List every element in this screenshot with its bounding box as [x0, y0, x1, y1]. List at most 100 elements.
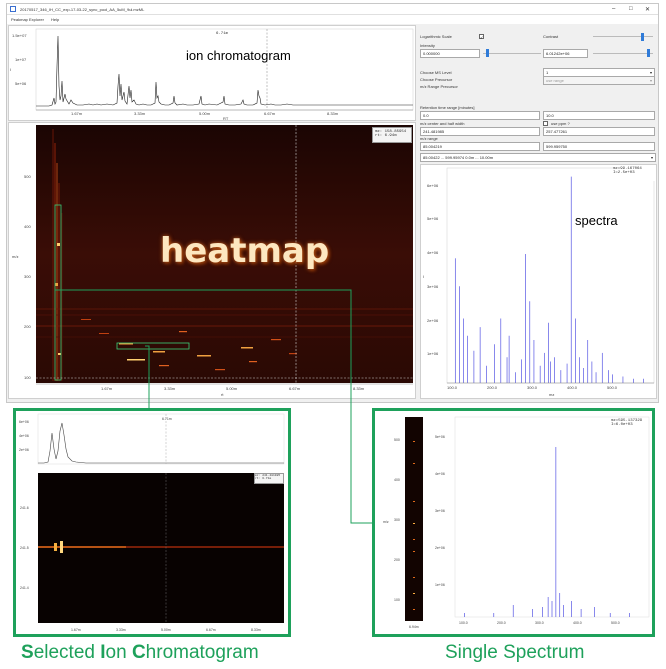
- title-bar: 20170517_346_IH_CC_exp-17-03-22_sync_poo…: [7, 4, 658, 15]
- y-tick-label: 500: [24, 174, 31, 179]
- y-tick-label: 400: [24, 224, 31, 229]
- y-tick-label: 5e+06: [15, 81, 27, 86]
- contrast-label: Contrast: [543, 34, 559, 39]
- heatmap-y-axis: 500 400 300 200 100 m/z: [12, 174, 31, 380]
- menu-help[interactable]: Help: [51, 17, 59, 22]
- intensity-min-slider-handle[interactable]: [486, 49, 489, 57]
- precursor-range-label: m/z Range Precursor: [420, 84, 458, 89]
- mz-center-field[interactable]: 241.481985: [420, 127, 540, 136]
- precursor-select[interactable]: use range ▾: [543, 76, 655, 85]
- range-history-select[interactable]: 85.00422 ... 599.95974 0.0m ... 10.00m ▾: [420, 153, 656, 162]
- y-axis-label: m/z: [12, 254, 18, 259]
- chevron-down-icon: ▾: [650, 155, 653, 160]
- minimize-button[interactable]: –: [612, 6, 615, 12]
- controls-panel: Logarithmic Scale ✓ Contrast Intensity 0…: [419, 25, 658, 153]
- x-tick-label: 3.33m: [134, 111, 146, 116]
- y-tick-label: 1.5e+07: [12, 33, 27, 38]
- app-window: 20170517_346_IH_CC_exp-17-03-22_sync_poo…: [6, 3, 659, 403]
- x-tick-label: 500.0: [607, 385, 618, 390]
- intensity-min-field[interactable]: 0.000000: [420, 49, 480, 58]
- intensity-max-field[interactable]: 6.01242e+06: [543, 49, 588, 58]
- y-tick-label: 300: [24, 274, 31, 279]
- y-tick-label: 2e+06: [427, 318, 439, 323]
- range-history-value: 85.00422 ... 599.95974 0.0m ... 10.00m: [423, 155, 494, 160]
- intensity-label: Intensity: [420, 43, 435, 48]
- intensity-max-slider[interactable]: [593, 53, 653, 54]
- ms-level-label: Choose MS Level: [420, 70, 452, 75]
- y-tick-label: 3e+06: [427, 284, 439, 289]
- y-tick-label: 6e+06: [427, 183, 439, 188]
- x-tick-label: 400.0: [567, 385, 578, 390]
- mz-half-width-field[interactable]: 257.477261: [543, 127, 655, 136]
- readout-intensity: I=6.0e+03: [611, 423, 633, 427]
- intensity-max-slider-handle[interactable]: [647, 49, 650, 57]
- readout-rt: rt: 6.94m: [375, 134, 397, 138]
- x-tick-label: 5.00m: [226, 386, 238, 391]
- precursor-label: Choose Precursor: [420, 77, 453, 82]
- y-tick-label: 300: [394, 518, 400, 522]
- menu-peakmap-explorer[interactable]: Peakmap Explorer: [11, 17, 44, 22]
- contrast-slider[interactable]: [593, 36, 653, 37]
- x-tick-label: 1.67m: [71, 111, 83, 116]
- x-tick-label: 1.67m: [71, 628, 81, 632]
- caption-letter: S: [21, 642, 34, 663]
- chromatogram-plot[interactable]: 1.67m 3.33m 5.00m 6.67m 8.33m RT 1.5e+07…: [9, 26, 415, 120]
- chromatogram-panel: 1.67m 3.33m 5.00m 6.67m 8.33m RT 1.5e+07…: [8, 25, 416, 121]
- chromatogram-x-axis: 1.67m 3.33m 5.00m 6.67m 8.33m RT: [36, 109, 413, 120]
- x-tick-label: 200.0: [497, 621, 506, 625]
- single-readout: mz=595.137329 I=6.0e+03: [611, 419, 653, 432]
- y-tick-label: 5e+06: [435, 435, 445, 439]
- y-tick-label: 500: [394, 438, 400, 442]
- x-tick-label: 8.33m: [251, 628, 261, 632]
- y-tick-label: 100: [24, 375, 31, 380]
- chevron-down-icon: ▾: [649, 78, 652, 83]
- rt-max-field[interactable]: 10.0: [543, 111, 655, 120]
- single-heatmap-plot[interactable]: 500 400 300 200 100 m/z 6.94m: [375, 411, 433, 634]
- use-ppm-checkbox[interactable]: [543, 121, 548, 126]
- mz-min-field[interactable]: 85.004219: [420, 142, 540, 151]
- sic-heatmap-plot[interactable]: 241.6 241.5 241.4 1.67m 3.33m 5.00m 6.67…: [16, 469, 288, 637]
- y-tick-label: 241.5: [20, 546, 29, 550]
- mz-range-label: m/z range: [420, 136, 438, 141]
- x-tick-label: 300.0: [527, 385, 538, 390]
- y-tick-label: 241.4: [20, 586, 29, 590]
- sic-caption: Selected Ion Chromatogram: [21, 642, 259, 664]
- rt-min-field[interactable]: 0.0: [420, 111, 540, 120]
- sic-callout: 6e+06 4e+06 2e+06 6.71m 241.6 241.5 241.…: [13, 408, 291, 637]
- readout-intensity: I=2.5e+03: [613, 171, 635, 175]
- spectra-annotation: spectra: [575, 213, 618, 228]
- caption-text: elected: [33, 642, 101, 663]
- rt-range-label: Retention time range [minutes]: [420, 105, 475, 110]
- mz-max-field[interactable]: 599.959750: [543, 142, 655, 151]
- heatmap-annotation: heatmap: [160, 231, 330, 271]
- x-tick-label: 100.0: [447, 385, 458, 390]
- y-axis-label: I: [423, 274, 424, 279]
- x-axis-label: RT: [223, 116, 229, 120]
- spectrum-plot[interactable]: 100.0 200.0 300.0 400.0 500.0 mz 6e+06 5…: [421, 165, 656, 398]
- y-tick-label: 4e+06: [427, 250, 439, 255]
- maximize-button[interactable]: □: [629, 6, 633, 12]
- x-tick-label: 6.94m: [409, 625, 419, 629]
- close-button[interactable]: ✕: [645, 6, 650, 13]
- precursor-value: use range: [546, 78, 564, 83]
- x-tick-label: 8.33m: [353, 386, 365, 391]
- y-tick-label: 1e+06: [427, 351, 439, 356]
- y-tick-label: 6e+06: [19, 420, 29, 424]
- y-tick-label: 3e+06: [435, 509, 445, 513]
- y-tick-label: 1e+07: [15, 57, 27, 62]
- heatmap-x-axis: 1.67m 3.33m 5.00m 6.67m 8.33m rt: [36, 383, 413, 397]
- chromatogram-annotation: ion chromatogram: [186, 48, 291, 63]
- x-tick-label: 3.33m: [116, 628, 126, 632]
- y-tick-label: 1e+06: [435, 583, 445, 587]
- menu-bar: Peakmap Explorer Help: [7, 15, 658, 24]
- intensity-min-slider[interactable]: [483, 53, 541, 54]
- single-spectrum-plot[interactable]: 5e+06 4e+06 3e+06 2e+06 1e+06 100.0 200.…: [433, 411, 653, 634]
- ms-level-value: 1: [546, 70, 549, 75]
- sic-chromatogram-plot[interactable]: 6e+06 4e+06 2e+06 6.71m: [16, 411, 288, 469]
- log-scale-checkbox[interactable]: ✓: [479, 34, 484, 40]
- rt-marker-label: 6.71m: [162, 417, 172, 421]
- x-tick-label: 1.67m: [101, 386, 113, 391]
- x-tick-label: 5.00m: [161, 628, 171, 632]
- contrast-slider-handle[interactable]: [641, 33, 644, 41]
- window-title: 20170517_346_IH_CC_exp-17-03-22_sync_poo…: [20, 7, 145, 12]
